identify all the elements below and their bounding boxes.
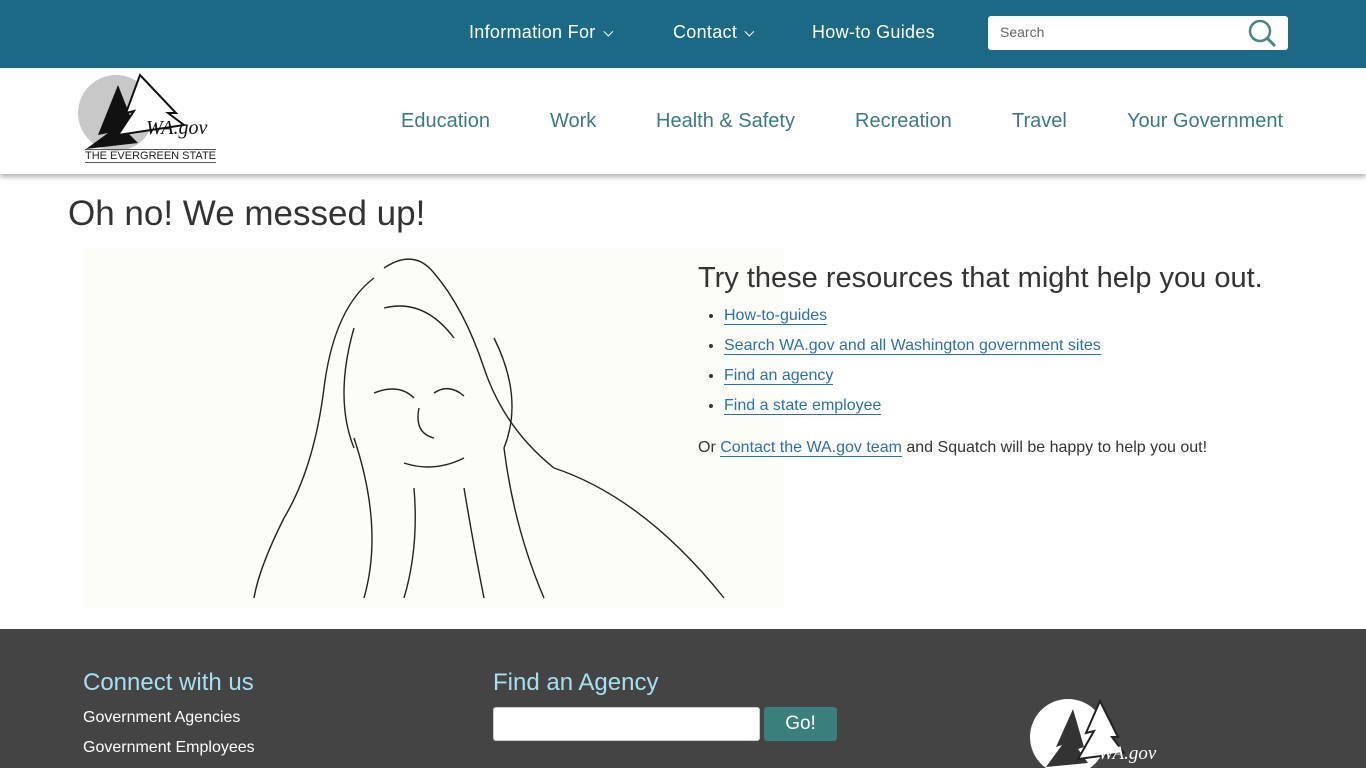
chevron-down-icon — [602, 26, 613, 37]
how-to-guides-link[interactable]: How-to-guides — [724, 307, 828, 325]
list-item: Find a state employee — [724, 396, 1101, 426]
footer: Connect with us Government Agencies Gove… — [0, 629, 1366, 768]
find-agency-link[interactable]: Find an agency — [724, 367, 834, 385]
search-icon[interactable] — [1248, 19, 1278, 49]
resource-list: How-to-guides Search WA.gov and all Wash… — [724, 306, 1101, 426]
sasquatch-illustration — [84, 248, 784, 608]
nav-education[interactable]: Education — [401, 110, 490, 133]
list-item: Search WA.gov and all Washington governm… — [724, 336, 1101, 366]
nav-how-to-guides[interactable]: How-to Guides — [812, 22, 935, 43]
contact-team-link[interactable]: Contact the WA.gov team — [720, 439, 902, 457]
nav-recreation[interactable]: Recreation — [855, 110, 952, 133]
page-title: Oh no! We messed up! — [68, 194, 426, 233]
government-agencies-link[interactable]: Government Agencies — [83, 709, 240, 727]
list-item: Find an agency — [724, 366, 1101, 396]
connect-heading: Connect with us — [83, 669, 254, 696]
wa-gov-logo[interactable]: WA.gov THE EVERGREEN STATE — [78, 73, 217, 165]
search-box — [988, 16, 1288, 50]
search-wa-gov-link[interactable]: Search WA.gov and all Washington governm… — [724, 337, 1101, 355]
government-employees-link[interactable]: Government Employees — [83, 739, 255, 757]
nav-work[interactable]: Work — [550, 110, 596, 133]
agency-search-input[interactable] — [493, 707, 760, 741]
site-header: WA.gov THE EVERGREEN STATE Education Wor… — [0, 68, 1366, 174]
contact-text: Or Contact the WA.gov team and Squatch w… — [698, 439, 1208, 457]
chevron-down-icon — [744, 26, 755, 37]
search-input[interactable] — [1000, 24, 1240, 40]
find-employee-link[interactable]: Find a state employee — [724, 397, 882, 415]
list-item: How-to-guides — [724, 306, 1101, 336]
nav-travel[interactable]: Travel — [1012, 110, 1067, 133]
nav-information-for[interactable]: Information For — [469, 22, 613, 43]
go-button[interactable]: Go! — [764, 707, 837, 741]
nav-health-safety[interactable]: Health & Safety — [656, 110, 795, 133]
top-bar: Information For Contact How-to Guides — [0, 0, 1366, 68]
nav-contact[interactable]: Contact — [673, 22, 755, 43]
footer-wa-gov-logo[interactable]: WA.gov — [1028, 697, 1168, 768]
resources-heading: Try these resources that might help you … — [698, 262, 1263, 294]
nav-your-government[interactable]: Your Government — [1127, 110, 1283, 133]
find-agency-heading: Find an Agency — [493, 669, 659, 696]
